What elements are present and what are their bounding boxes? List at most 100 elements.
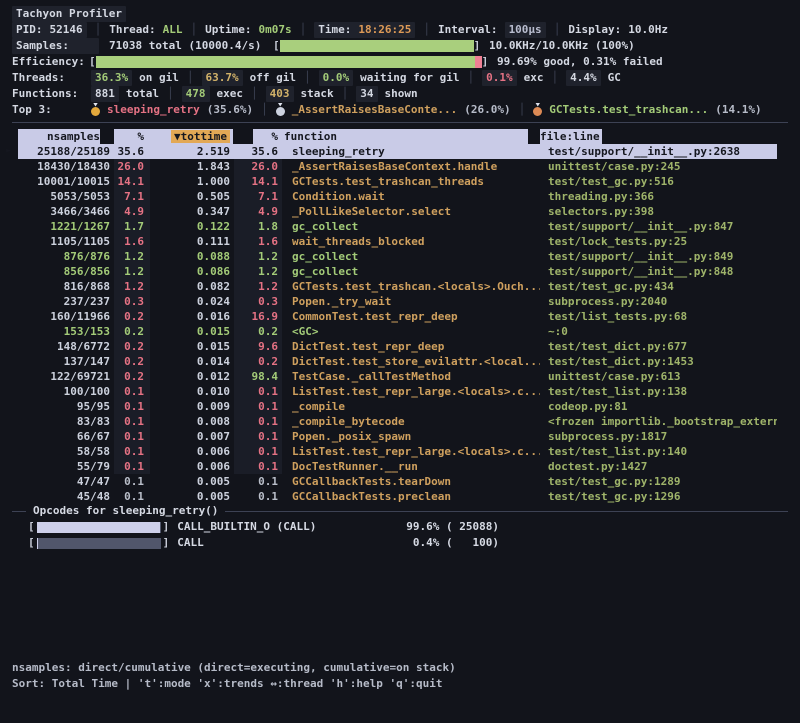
threads-gc-value: 4.4% — [566, 70, 601, 86]
table-row[interactable]: 1105/11051.60.1111.6wait_threads_blocked… — [18, 234, 777, 249]
cell-nsamples: 1105/1105 — [18, 234, 114, 249]
column-header-function[interactable]: function — [282, 129, 540, 144]
thread-value[interactable]: ALL — [163, 22, 183, 38]
table-row[interactable]: 45/480.10.0050.1GCCallbackTests.preclean… — [18, 489, 777, 504]
top3-first-name[interactable]: sleeping_retry — [107, 102, 200, 118]
table-row[interactable]: 3466/34664.90.3474.9_PollLikeSelector.se… — [18, 204, 777, 219]
opcodes-header: Opcodes for sleeping_retry() — [12, 503, 788, 519]
table-row[interactable]: 816/8681.20.0821.2GCTests.test_trashcan.… — [18, 279, 777, 294]
table-row[interactable]: 47/470.10.0050.1GCCallbackTests.tearDown… — [18, 474, 777, 489]
table-header-row: nsamples % ▼tottime % function file:line — [18, 129, 777, 144]
cell-nsamples: 816/868 — [18, 279, 114, 294]
table-row[interactable]: 856/8561.20.0861.2gc_collecttest/support… — [18, 264, 777, 279]
threads-exc-value: 0.1% — [482, 70, 517, 86]
cell-pct2: 1.2 — [234, 249, 282, 264]
separator: │ — [423, 22, 430, 38]
cell-tottime: 0.082 — [150, 279, 234, 294]
cell-nsamples: 153/153 — [18, 324, 114, 339]
threads-off-gil-label: off gil — [250, 70, 296, 86]
table-row[interactable]: 25188/2518935.62.51935.6sleeping_retryte… — [18, 144, 777, 159]
cell-pct2: 0.2 — [234, 354, 282, 369]
cell-function: GCCallbackTests.tearDown — [282, 474, 540, 489]
cell-function: ListTest.test_repr_large.<locals>.c... — [282, 384, 540, 399]
table-row[interactable]: 153/1530.20.0150.2<GC>~:0 — [18, 324, 777, 339]
cell-pct1: 0.1 — [114, 459, 150, 474]
table-row[interactable]: 137/1470.20.0140.2DictTest.test_store_ev… — [18, 354, 777, 369]
cell-pct2: 26.0 — [234, 159, 282, 174]
cell-pct2: 0.1 — [234, 489, 282, 504]
table-row[interactable]: 122/697210.20.01298.4TestCase._callTestM… — [18, 369, 777, 384]
cell-file: test/support/__init__.py:847 — [540, 219, 777, 234]
table-row[interactable]: 148/67720.20.0159.6DictTest.test_repr_de… — [18, 339, 777, 354]
top3-second-pct: (26.0%) — [464, 102, 510, 118]
column-header-tottime[interactable]: ▼tottime — [150, 129, 234, 144]
cell-pct1: 1.7 — [114, 219, 150, 234]
time-group: Time:18:26:25 — [314, 22, 415, 38]
cell-function: ListTest.test_repr_large.<locals>.c... — [282, 444, 540, 459]
threads-on-gil-value: 36.3% — [91, 70, 132, 86]
bracket: [ — [28, 535, 35, 551]
efficiency-line: Efficiency: [] 99.69% good, 0.31% failed — [12, 54, 788, 70]
top3-second-name[interactable]: _AssertRaisesBaseConte... — [292, 102, 458, 118]
threads-off-gil-value: 63.7% — [202, 70, 243, 86]
threads-on-gil-label: on gil — [139, 70, 179, 86]
cell-pct1: 0.2 — [114, 324, 150, 339]
cell-tottime: 0.015 — [150, 324, 234, 339]
samples-bar-group: [] — [273, 38, 480, 54]
cell-tottime: 1.843 — [150, 159, 234, 174]
bracket: ] — [163, 519, 170, 535]
threads-gc-label: GC — [608, 70, 621, 86]
interval-label: Interval: — [438, 22, 498, 38]
cell-function: GCTests.test_trashcan_threads — [282, 174, 540, 189]
display-value: 10.0Hz — [628, 22, 668, 38]
efficiency-label: Efficiency: — [12, 54, 85, 70]
cell-pct1: 0.2 — [114, 369, 150, 384]
cell-nsamples: 122/69721 — [18, 369, 114, 384]
cell-function: TestCase._callTestMethod — [282, 369, 540, 384]
table-row[interactable]: 58/580.10.0060.1ListTest.test_repr_large… — [18, 444, 777, 459]
table-row[interactable]: 83/830.10.0080.1_compile_bytecode<frozen… — [18, 414, 777, 429]
bracket: [ — [28, 519, 35, 535]
cell-file: test/test_dict.py:677 — [540, 339, 777, 354]
threads-waiting-label: waiting for gil — [360, 70, 459, 86]
cell-nsamples: 25188/25189 — [18, 144, 114, 159]
table-row[interactable]: 55/790.10.0060.1DocTestRunner.__rundocte… — [18, 459, 777, 474]
table-row[interactable]: 160/119660.20.01616.9CommonTest.test_rep… — [18, 309, 777, 324]
cell-tottime: 0.009 — [150, 399, 234, 414]
table-row[interactable]: 1221/12671.70.1221.8gc_collecttest/suppo… — [18, 219, 777, 234]
cell-tottime: 0.006 — [150, 444, 234, 459]
separator: │ — [251, 86, 258, 102]
header-gap — [528, 129, 540, 144]
separator: │ — [300, 22, 307, 38]
cell-nsamples: 45/48 — [18, 489, 114, 504]
cell-pct1: 0.1 — [114, 489, 150, 504]
table-row[interactable]: 876/8761.20.0881.2gc_collecttest/support… — [18, 249, 777, 264]
column-header-pct-direct[interactable]: % — [114, 129, 150, 144]
table-row[interactable]: 66/670.10.0070.1Popen._posix_spawnsubpro… — [18, 429, 777, 444]
cell-nsamples: 148/6772 — [18, 339, 114, 354]
threads-line: Threads: 36.3%on gil │ 63.7%off gil │ 0.… — [12, 70, 788, 86]
functions-line: Functions: 881total │ 478exec │ 403stack… — [12, 86, 788, 102]
top3-third-name[interactable]: GCTests.test_trashcan... — [549, 102, 708, 118]
cell-file: codeop.py:81 — [540, 399, 777, 414]
table-row[interactable]: 5053/50537.10.5057.1Condition.waitthread… — [18, 189, 777, 204]
cell-pct2: 0.2 — [234, 324, 282, 339]
cell-tottime: 0.088 — [150, 249, 234, 264]
top3-line: Top 3: sleeping_retry(35.6%) │ _AssertRa… — [12, 102, 788, 118]
table-row[interactable]: 237/2370.30.0240.3Popen._try_waitsubproc… — [18, 294, 777, 309]
bracket: ] — [482, 54, 489, 70]
cell-file: unittest/case.py:245 — [540, 159, 777, 174]
cell-function: CommonTest.test_repr_deep — [282, 309, 540, 324]
status-line: PID:52146 │ Thread:ALL │ Uptime:0m07s │ … — [12, 22, 788, 38]
cell-tottime: 0.006 — [150, 459, 234, 474]
separator: │ — [95, 22, 102, 38]
table-row[interactable]: 95/950.10.0090.1_compilecodeop.py:81 — [18, 399, 777, 414]
table-row[interactable]: 10001/1001514.11.00014.1GCTests.test_tra… — [18, 174, 777, 189]
cell-pct2: 0.1 — [234, 414, 282, 429]
table-row[interactable]: 100/1000.10.0100.1ListTest.test_repr_lar… — [18, 384, 777, 399]
interval-value: 100µs — [505, 22, 546, 38]
samples-progress-bar — [280, 40, 474, 52]
cell-pct1: 35.6 — [114, 144, 150, 159]
cell-pct2: 35.6 — [234, 144, 282, 159]
table-row[interactable]: 18430/1843026.01.84326.0_AssertRaisesBas… — [18, 159, 777, 174]
